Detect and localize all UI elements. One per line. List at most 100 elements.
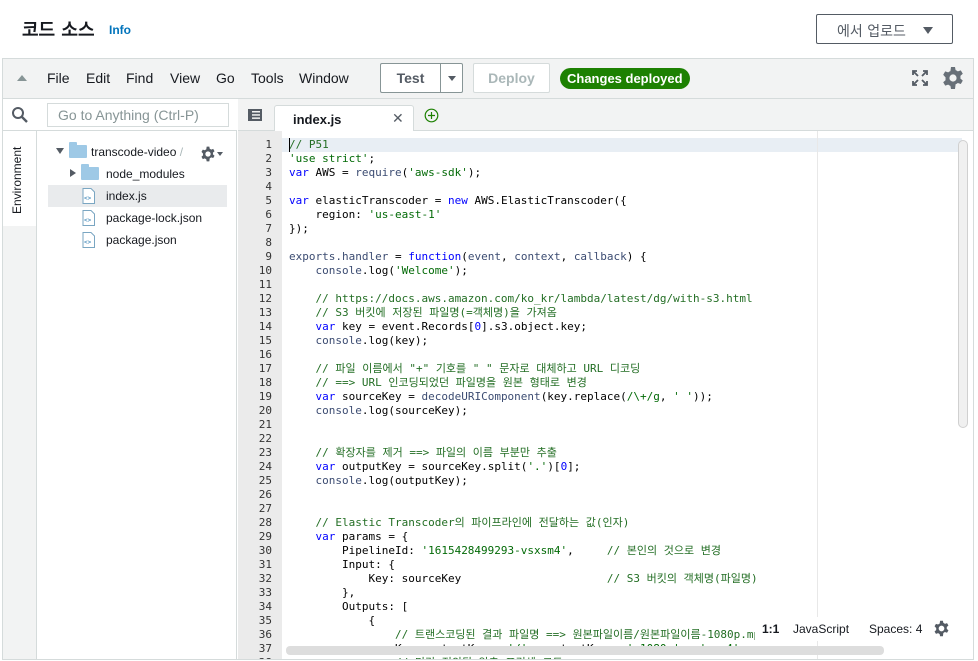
- code-text: },: [289, 586, 356, 599]
- code-line: 32 Key: sourceKey // S3 버킷의 객체명(파일명): [238, 572, 973, 586]
- line-number: 27: [258, 502, 272, 515]
- line-number: 2: [265, 152, 272, 165]
- language-mode[interactable]: JavaScript: [793, 622, 849, 636]
- deploy-button[interactable]: Deploy: [473, 63, 550, 93]
- menu-tools[interactable]: Tools: [251, 70, 284, 86]
- menu-file[interactable]: File: [47, 70, 70, 86]
- code-line: 33 },: [238, 586, 973, 600]
- menu-edit[interactable]: Edit: [86, 70, 110, 86]
- info-link[interactable]: Info: [109, 23, 131, 37]
- search-icon: [12, 107, 28, 123]
- code-text: // https://docs.aws.amazon.com/ko_kr/lam…: [289, 292, 753, 305]
- line-number: 9: [265, 250, 272, 263]
- status-badge: Changes deployed: [560, 68, 690, 89]
- root-folder-suffix: /: [179, 145, 184, 159]
- code-line: 22: [238, 432, 973, 446]
- status-settings-gear-icon[interactable]: [933, 620, 950, 637]
- upload-from-label: 에서 업로드: [837, 24, 906, 40]
- code-line: 3 var AWS = require('aws-sdk');: [238, 166, 973, 180]
- tree-item-label: package.json: [106, 233, 177, 247]
- file-list-icon[interactable]: [248, 109, 262, 121]
- page-title: 코드 소스: [22, 20, 95, 41]
- tree-item-label: node_modules: [106, 167, 185, 181]
- code-text: // Elastic Transcoder의 파이프라인에 전달하는 값(인자): [289, 516, 630, 529]
- code-text: console.log(key);: [315, 334, 429, 347]
- line-number: 17: [258, 362, 272, 375]
- line-number: 18: [258, 376, 272, 389]
- code-line: 6 region: 'us-east-1': [238, 208, 973, 222]
- add-tab-icon[interactable]: [424, 108, 439, 123]
- line-number: 38: [238, 656, 272, 659]
- collapse-icon[interactable]: [17, 75, 27, 81]
- close-icon[interactable]: ✕: [392, 110, 404, 127]
- code-line: 9 exports.handler = function(event, conte…: [238, 250, 973, 264]
- line-number: 36: [258, 628, 272, 641]
- js-file-icon: <>: [82, 188, 95, 204]
- code-text: });: [289, 222, 309, 235]
- file-tree: transcode-video / node_modules <> index.…: [38, 131, 237, 659]
- line-number: 7: [265, 222, 272, 235]
- line-number: 23: [258, 446, 272, 459]
- tab-index-js[interactable]: index.js ✕: [274, 105, 414, 131]
- upload-from-button[interactable]: 에서 업로드: [816, 14, 953, 44]
- tree-file-index-js[interactable]: <> index.js: [48, 185, 227, 207]
- code-line: 11: [238, 278, 973, 292]
- indent-setting[interactable]: Spaces: 4: [869, 622, 922, 636]
- code-text: Key: sourceKey // S3 버킷의 객체명(파일명): [289, 572, 758, 585]
- code-line: 5 var elasticTranscoder = new AWS.Elastic…: [238, 194, 973, 208]
- line-number: 22: [258, 432, 272, 445]
- json-file-icon: <>: [82, 232, 95, 248]
- code-line: 25 console.log(outputKey);: [238, 474, 973, 488]
- code-text: Input: {: [289, 558, 395, 571]
- test-button[interactable]: Test: [380, 63, 440, 93]
- caret-down-icon[interactable]: [217, 152, 223, 156]
- root-folder-label: transcode-video: [91, 145, 177, 159]
- code-editor[interactable]: 1 // P51 2 'use strict'; 3 var AWS = require(…: [238, 131, 973, 659]
- code-text: console.log('Welcome');: [315, 264, 468, 277]
- fullscreen-icon[interactable]: [911, 69, 929, 87]
- line-number: 13: [258, 306, 272, 319]
- svg-text:<>: <>: [84, 195, 92, 202]
- cursor-position[interactable]: 1:1: [762, 622, 779, 636]
- code-line: 15 console.log(key);: [238, 334, 973, 348]
- code-line: 18 // ==> URL 인코딩되었던 파일명을 원본 형태로 변경: [238, 376, 973, 390]
- environment-label: Environment: [10, 146, 24, 214]
- code-text: console.log(sourceKey);: [315, 404, 468, 417]
- caret-down-icon: [923, 27, 933, 34]
- code-line: 20 console.log(sourceKey);: [238, 404, 973, 418]
- line-number: 20: [258, 404, 272, 417]
- tree-file-package-json[interactable]: <> package.json: [48, 229, 227, 251]
- menu-window[interactable]: Window: [299, 70, 349, 86]
- line-number: 25: [258, 474, 272, 487]
- test-dropdown-button[interactable]: [440, 63, 463, 93]
- code-line: 26: [238, 488, 973, 502]
- vertical-scrollbar[interactable]: [958, 140, 968, 428]
- code-line: 17 // 파일 이름에서 "+" 기호를 " " 문자로 대체하고 URL 디…: [238, 362, 973, 376]
- horizontal-scrollbar[interactable]: [286, 646, 884, 655]
- code-line: 27: [238, 502, 973, 516]
- tree-settings-gear-icon[interactable]: [200, 146, 216, 162]
- code-line: 1 // P51: [238, 138, 973, 152]
- code-line: 30 PipelineId: '1615428499293-vsxsm4', /…: [238, 544, 973, 558]
- settings-gear-icon[interactable]: [941, 66, 965, 90]
- go-to-anything-input[interactable]: Go to Anything (Ctrl-P): [47, 103, 229, 127]
- code-line: 19 var sourceKey = decodeURIComponent(ke…: [238, 390, 973, 404]
- tab-label: index.js: [293, 112, 342, 127]
- line-number: 32: [258, 572, 272, 585]
- menu-find[interactable]: Find: [126, 70, 153, 86]
- code-text: 'use strict';: [289, 152, 376, 165]
- menu-view[interactable]: View: [170, 70, 200, 86]
- tree-file-package-lock-json[interactable]: <> package-lock.json: [48, 207, 227, 229]
- menu-go[interactable]: Go: [216, 70, 235, 86]
- tree-folder-node-modules[interactable]: node_modules: [48, 163, 227, 185]
- code-text: var outputKey = sourceKey.split('.')[0];: [315, 460, 581, 473]
- line-number: 1: [265, 138, 272, 151]
- ide-menubar: File Edit Find View Go Tools Window Test…: [3, 59, 973, 99]
- code-text: Outputs: [: [289, 600, 409, 613]
- code-line: 21: [238, 418, 973, 432]
- code-text: // 파일 이름에서 "+" 기호를 " " 문자로 대체하고 URL 디코딩: [289, 362, 641, 375]
- code-line: 38 // 미리 정의된 압축 프리셋 코드: [238, 656, 973, 659]
- line-number: 35: [258, 614, 272, 627]
- line-number: 14: [258, 320, 272, 333]
- code-text: var params = {: [315, 530, 409, 543]
